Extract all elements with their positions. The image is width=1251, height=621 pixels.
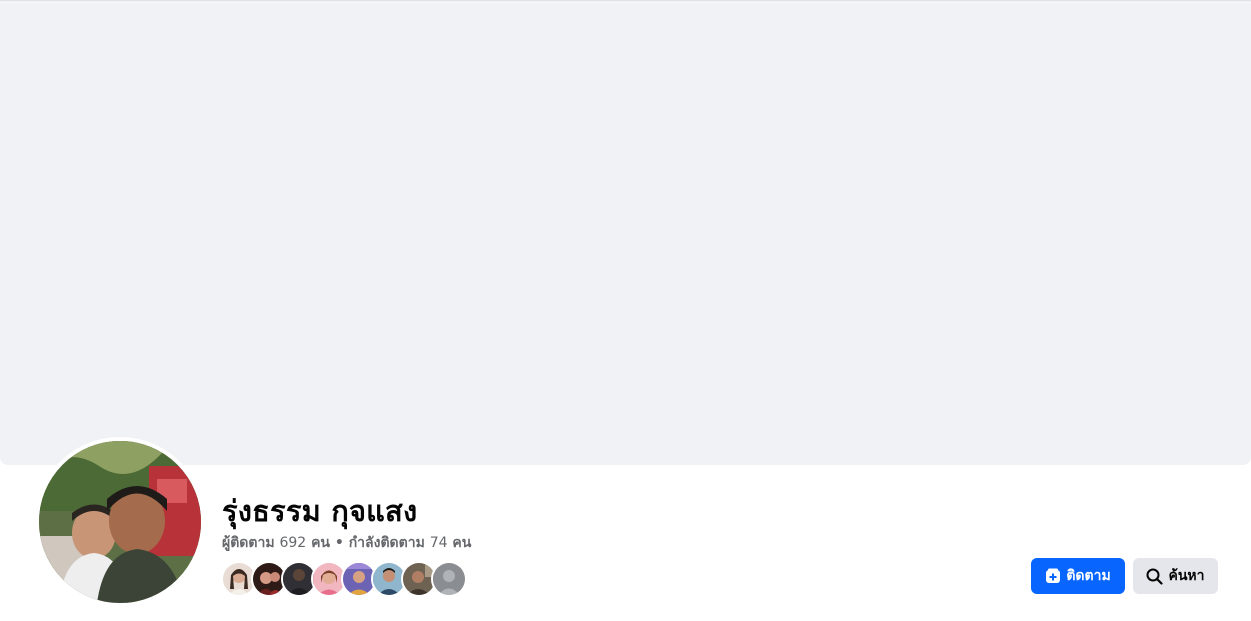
default-avatar-icon[interactable] bbox=[431, 561, 467, 597]
follow-button[interactable]: ติดตาม bbox=[1031, 558, 1125, 594]
stats-separator: • bbox=[334, 535, 344, 551]
profile-name: รุ่งธรรม กุจแสง bbox=[222, 494, 418, 528]
followers-unit[interactable]: คน bbox=[311, 535, 330, 551]
search-button[interactable]: ค้นหา bbox=[1133, 558, 1218, 594]
profile-photo-image bbox=[39, 441, 201, 603]
following-unit[interactable]: คน bbox=[452, 535, 471, 551]
following-label[interactable]: กำลังติดตาม bbox=[349, 535, 425, 551]
follow-plus-icon bbox=[1045, 568, 1061, 584]
follow-button-label: ติดตาม bbox=[1066, 568, 1111, 584]
profile-avatar[interactable] bbox=[35, 437, 205, 607]
mutual-friends-avatars bbox=[221, 561, 467, 597]
follow-stats: ผู้ติดตาม 692 คน • กำลังติดตาม 74 คน bbox=[222, 532, 471, 554]
followers-count[interactable]: 692 bbox=[279, 535, 306, 551]
magnifier-icon bbox=[1146, 568, 1164, 585]
followers-label[interactable]: ผู้ติดตาม bbox=[222, 535, 275, 551]
following-count[interactable]: 74 bbox=[430, 535, 448, 551]
profile-page: รุ่งธรรม กุจแสง ผู้ติดตาม 692 คน • กำลัง… bbox=[0, 0, 1251, 621]
cover-photo[interactable] bbox=[0, 3, 1251, 465]
search-button-label: ค้นหา bbox=[1168, 568, 1205, 584]
